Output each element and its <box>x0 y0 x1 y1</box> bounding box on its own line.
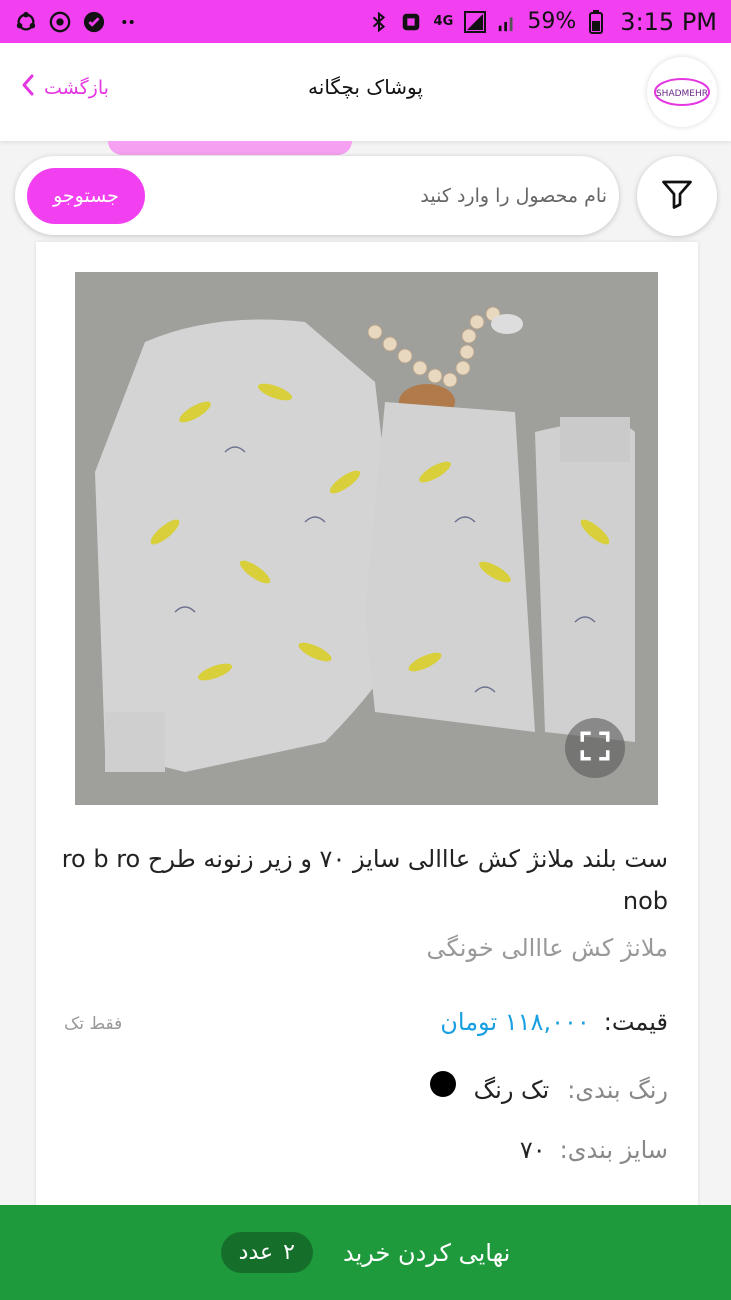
status-bar: 4G 59% 3:15 PM <box>0 0 731 43</box>
network-type-icon: 4G <box>433 14 454 29</box>
fullscreen-icon <box>578 729 612 767</box>
price-row: قیمت: ۱۱۸,۰۰۰ تومان <box>440 1008 668 1036</box>
checkout-bar[interactable]: ۲ عدد نهایی کردن خرید <box>0 1205 731 1300</box>
nfc-icon <box>399 10 423 34</box>
cart-count: ۲ <box>283 1240 295 1265</box>
status-right: 4G 59% 3:15 PM <box>367 8 717 36</box>
battery-icon <box>584 9 608 34</box>
page-title: پوشاک بچگانه <box>308 75 423 99</box>
search-bar: جستوجو <box>15 156 619 235</box>
size-value[interactable]: ۷۰ <box>520 1136 546 1164</box>
signal-bars-icon <box>495 10 519 34</box>
logo-mark: SHADMEHR <box>654 78 710 106</box>
search-button[interactable]: جستوجو <box>27 168 145 224</box>
clock: 3:15 PM <box>620 7 717 36</box>
filter-button[interactable] <box>637 156 717 236</box>
product-subtitle: ملانژ کش عااالی خونگی <box>426 934 668 962</box>
expand-image-button[interactable] <box>565 718 625 778</box>
category-tab-peek <box>108 141 352 155</box>
price-value: ۱۱۸,۰۰۰ تومان <box>440 1008 590 1036</box>
product-title: ست بلند ملانژ کش عااالی سایز ۷۰ و زیر زن… <box>61 845 668 915</box>
product-image[interactable] <box>75 272 658 805</box>
product-card: ست بلند ملانژ کش عااالی سایز ۷۰ و زیر زن… <box>36 242 698 1212</box>
color-value: تک رنگ <box>473 1076 550 1104</box>
cart-count-unit: عدد <box>238 1240 274 1265</box>
brand-logo[interactable]: SHADMEHR <box>647 57 717 127</box>
cart-count-badge: ۲ عدد <box>220 1232 313 1273</box>
filter-icon <box>659 176 695 216</box>
size-label: سایز بندی: <box>559 1136 668 1164</box>
logo-text: SHADMEHR <box>656 89 708 99</box>
color-swatch[interactable] <box>429 1071 456 1097</box>
color-label: رنگ بندی: <box>567 1076 668 1104</box>
price-label: قیمت: <box>603 1008 668 1036</box>
battery-percent: 59% <box>527 9 577 34</box>
app-header: بازگشت پوشاک بچگانه SHADMEHR <box>0 43 731 141</box>
color-row: رنگ بندی: تک رنگ <box>429 1071 668 1104</box>
pajama-set-illustration <box>75 272 658 805</box>
single-only-note: فقط تک <box>64 1014 123 1034</box>
search-input[interactable] <box>165 170 609 222</box>
bluetooth-icon <box>367 10 391 34</box>
status-left <box>14 10 140 34</box>
sync-icon <box>14 10 38 34</box>
check-shield-icon <box>82 10 106 34</box>
checkout-label: نهایی کردن خرید <box>342 1238 511 1267</box>
more-dots-icon <box>116 10 140 34</box>
chrome-icon <box>48 10 72 34</box>
size-row: سایز بندی: ۷۰ <box>520 1136 668 1164</box>
signal-icon <box>463 10 487 34</box>
